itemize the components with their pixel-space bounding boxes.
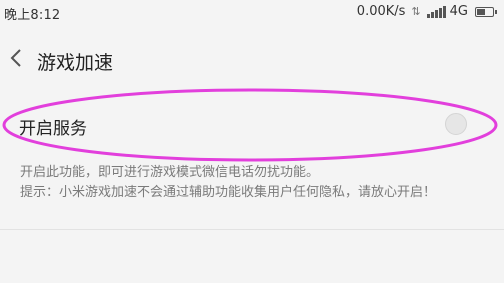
description: 开启此功能，即可进行游戏模式微信电话勿扰功能。 提示：小米游戏加速不会通过辅助功… (20, 163, 490, 203)
battery-icon (475, 6, 497, 17)
network-speed: 0.00K/s (356, 4, 406, 19)
chevron-left-icon[interactable] (6, 46, 28, 70)
status-bar: 晚上8:12 0.00K/s ⇅ 4G (0, 0, 504, 28)
title-bar: 游戏加速 (0, 38, 504, 82)
data-activity-icon: ⇅ (411, 5, 421, 18)
privacy-note: 提示：小米游戏加速不会通过辅助功能收集用户任何隐私，请放心开启！ (20, 185, 437, 200)
page-title: 游戏加速 (37, 52, 114, 74)
service-label: 开启服务 (19, 119, 87, 139)
divider (0, 229, 504, 230)
status-time: 晚上8:12 (4, 8, 61, 23)
service-toggle-row[interactable]: 开启服务 (0, 95, 504, 155)
service-toggle[interactable] (445, 113, 467, 135)
battery-level (477, 8, 485, 15)
network-type: 4G (449, 4, 468, 19)
status-indicators: 0.00K/s ⇅ 4G (356, 4, 497, 19)
signal-strength-icon (426, 5, 446, 18)
description-line: 开启此功能，即可进行游戏模式微信电话勿扰功能。 (20, 165, 320, 180)
